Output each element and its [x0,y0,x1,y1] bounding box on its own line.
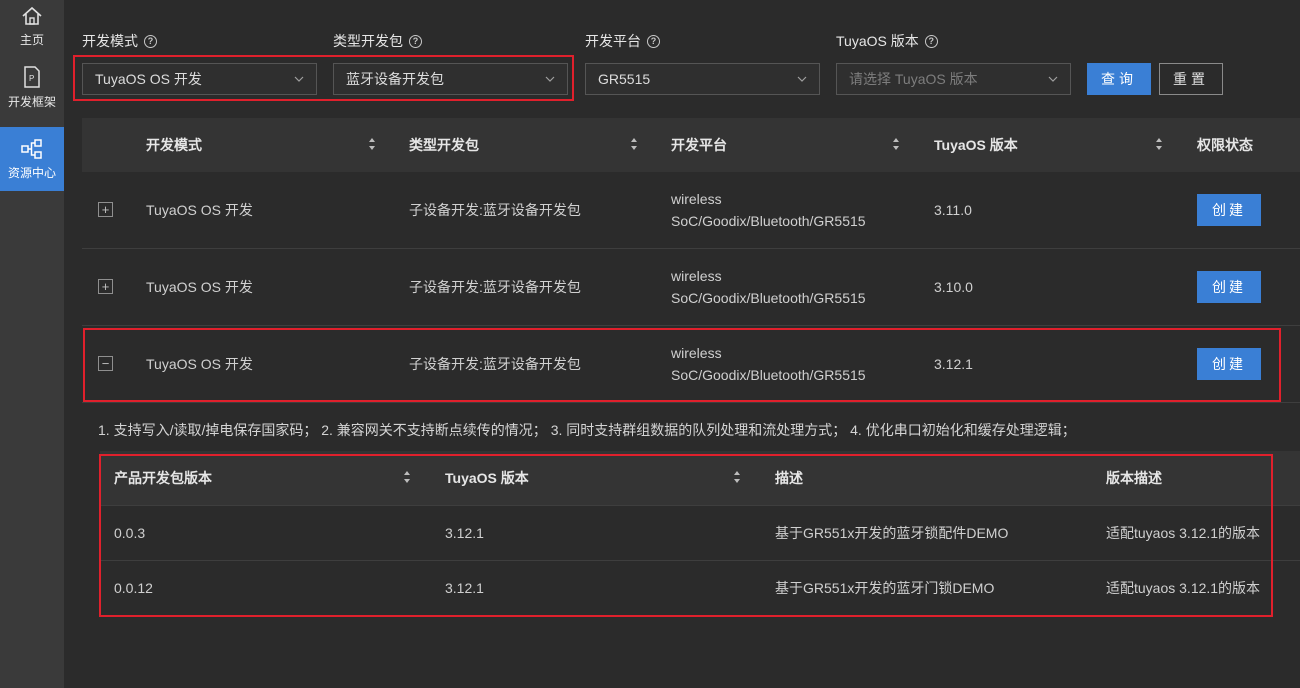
table-row: + TuyaOS OS 开发 子设备开发:蓝牙设备开发包 wireless So… [82,249,1300,326]
sub-cell-pkg-version: 0.0.3 [114,525,146,541]
column-header-permission: 权限状态 [1197,137,1253,153]
sidebar-item-label: 资源中心 [7,166,56,180]
sidebar-item-label: 开发框架 [7,95,56,109]
help-icon[interactable]: ? [409,34,422,48]
sort-icon[interactable] [403,470,411,484]
filter-label-platform: 开发平台 ? [585,31,660,51]
version-select[interactable]: 请选择 TuyaOS 版本 [836,63,1071,95]
sub-column-header-version-desc: 版本描述 [1106,470,1162,486]
home-icon [22,6,42,25]
sub-cell-os-version: 3.12.1 [445,525,484,541]
cell-platform-line: SoC/Goodix/Bluetooth/GR5515 [671,290,866,306]
sub-cell-desc: 基于GR551x开发的蓝牙锁配件DEMO [775,525,1009,541]
document-icon: P [24,66,40,88]
create-button[interactable]: 创建 [1197,271,1261,303]
filter-label-version: TuyaOS 版本 ? [836,31,938,51]
create-button[interactable]: 创建 [1197,348,1261,380]
column-header-package: 类型开发包 [409,137,479,153]
platform-select[interactable]: GR5515 [585,63,820,95]
resource-nodes-icon [21,139,42,159]
svg-text:P: P [29,74,34,83]
sidebar-item-label: 主页 [19,33,44,47]
create-button[interactable]: 创建 [1197,194,1261,226]
cell-platform: wireless SoC/Goodix/Bluetooth/GR5515 [671,326,866,402]
reset-button[interactable]: 重置 [1159,63,1223,95]
version-select-placeholder: 请选择 TuyaOS 版本 [849,71,978,87]
resource-table: 开发模式 类型开发包 开发平台 TuyaOS 版本 权限状态 + TuyaOS … [82,118,1300,403]
sort-icon[interactable] [630,137,638,151]
collapse-icon[interactable]: − [98,356,113,371]
cell-platform-line: wireless [671,191,722,207]
expanded-description: 1. 支持写入/读取/掉电保存国家码； 2. 兼容网关不支持断点续传的情况； 3… [98,422,1076,438]
mode-select[interactable]: TuyaOS OS 开发 [82,63,317,95]
cell-package: 子设备开发:蓝牙设备开发包 [409,279,581,295]
platform-select-value: GR5515 [598,71,651,87]
sidebar-item-home[interactable]: 主页 [0,0,64,58]
cell-platform-line: SoC/Goodix/Bluetooth/GR5515 [671,367,866,383]
sub-table-row: 0.0.12 3.12.1 基于GR551x开发的蓝牙门锁DEMO 适配tuya… [100,560,1300,615]
sub-table-row: 0.0.3 3.12.1 基于GR551x开发的蓝牙锁配件DEMO 适配tuya… [100,505,1300,560]
filter-label-text: 开发模式 [82,33,138,49]
table-row: + TuyaOS OS 开发 子设备开发:蓝牙设备开发包 wireless So… [82,172,1300,249]
help-icon[interactable]: ? [144,34,157,48]
mode-select-value: TuyaOS OS 开发 [95,71,202,87]
column-header-mode: 开发模式 [146,137,202,153]
cell-platform: wireless SoC/Goodix/Bluetooth/GR5515 [671,172,866,248]
help-icon[interactable]: ? [924,34,938,48]
filter-label-package: 类型开发包 ? [333,31,422,51]
sort-icon[interactable] [1155,137,1163,151]
main-content: 开发模式 ? 类型开发包 ? 开发平台 ? TuyaOS 版本 ? TuyaOS… [64,0,1300,688]
help-icon[interactable]: ? [647,34,660,48]
chevron-down-icon [294,76,304,82]
cell-mode: TuyaOS OS 开发 [146,356,253,372]
sub-cell-desc: 基于GR551x开发的蓝牙门锁DEMO [775,580,995,596]
sub-cell-os-version: 3.12.1 [445,580,484,596]
column-header-version: TuyaOS 版本 [934,137,1018,153]
expand-icon[interactable]: + [98,279,113,294]
sub-column-header-os-version: TuyaOS 版本 [445,470,529,486]
sidebar: 主页 P 开发框架 资源中心 [0,0,64,688]
chevron-down-icon [797,76,807,82]
sub-column-header-desc: 描述 [775,470,803,486]
cell-version: 3.12.1 [934,356,973,372]
sub-cell-version-desc: 适配tuyaos 3.12.1的版本 [1106,580,1261,596]
sort-icon[interactable] [733,470,741,484]
sub-cell-pkg-version: 0.0.12 [114,580,153,596]
cell-platform: wireless SoC/Goodix/Bluetooth/GR5515 [671,249,866,325]
sidebar-item-framework[interactable]: P 开发框架 [0,56,64,120]
filter-label-text: 开发平台 [585,33,641,49]
filter-label-text: TuyaOS 版本 [836,33,919,49]
package-select-value: 蓝牙设备开发包 [346,71,444,87]
sub-column-header-pkg-version: 产品开发包版本 [114,470,212,486]
cell-mode: TuyaOS OS 开发 [146,279,253,295]
cell-platform-line: wireless [671,268,722,284]
table-row-expanded: − TuyaOS OS 开发 子设备开发:蓝牙设备开发包 wireless So… [82,326,1300,403]
sort-icon[interactable] [892,137,900,151]
filter-label-mode: 开发模式 ? [82,31,157,51]
filter-label-text: 类型开发包 [333,33,403,49]
sub-table-header: 产品开发包版本 TuyaOS 版本 描述 版本描述 [100,451,1300,505]
sidebar-item-resource-center[interactable]: 资源中心 [0,127,64,191]
column-header-platform: 开发平台 [671,137,727,153]
cell-mode: TuyaOS OS 开发 [146,202,253,218]
cell-version: 3.11.0 [934,202,972,218]
query-button[interactable]: 查询 [1087,63,1151,95]
package-select[interactable]: 蓝牙设备开发包 [333,63,568,95]
cell-package: 子设备开发:蓝牙设备开发包 [409,202,581,218]
cell-platform-line: wireless [671,345,722,361]
expand-icon[interactable]: + [98,202,113,217]
cell-package: 子设备开发:蓝牙设备开发包 [409,356,581,372]
chevron-down-icon [545,76,555,82]
cell-version: 3.10.0 [934,279,973,295]
cell-platform-line: SoC/Goodix/Bluetooth/GR5515 [671,213,866,229]
version-sub-table: 产品开发包版本 TuyaOS 版本 描述 版本描述 0.0.3 3.12.1 基… [100,451,1300,615]
sort-icon[interactable] [368,137,376,151]
table-header: 开发模式 类型开发包 开发平台 TuyaOS 版本 权限状态 [82,118,1300,172]
sub-cell-version-desc: 适配tuyaos 3.12.1的版本 [1106,525,1261,541]
chevron-down-icon [1048,76,1058,82]
